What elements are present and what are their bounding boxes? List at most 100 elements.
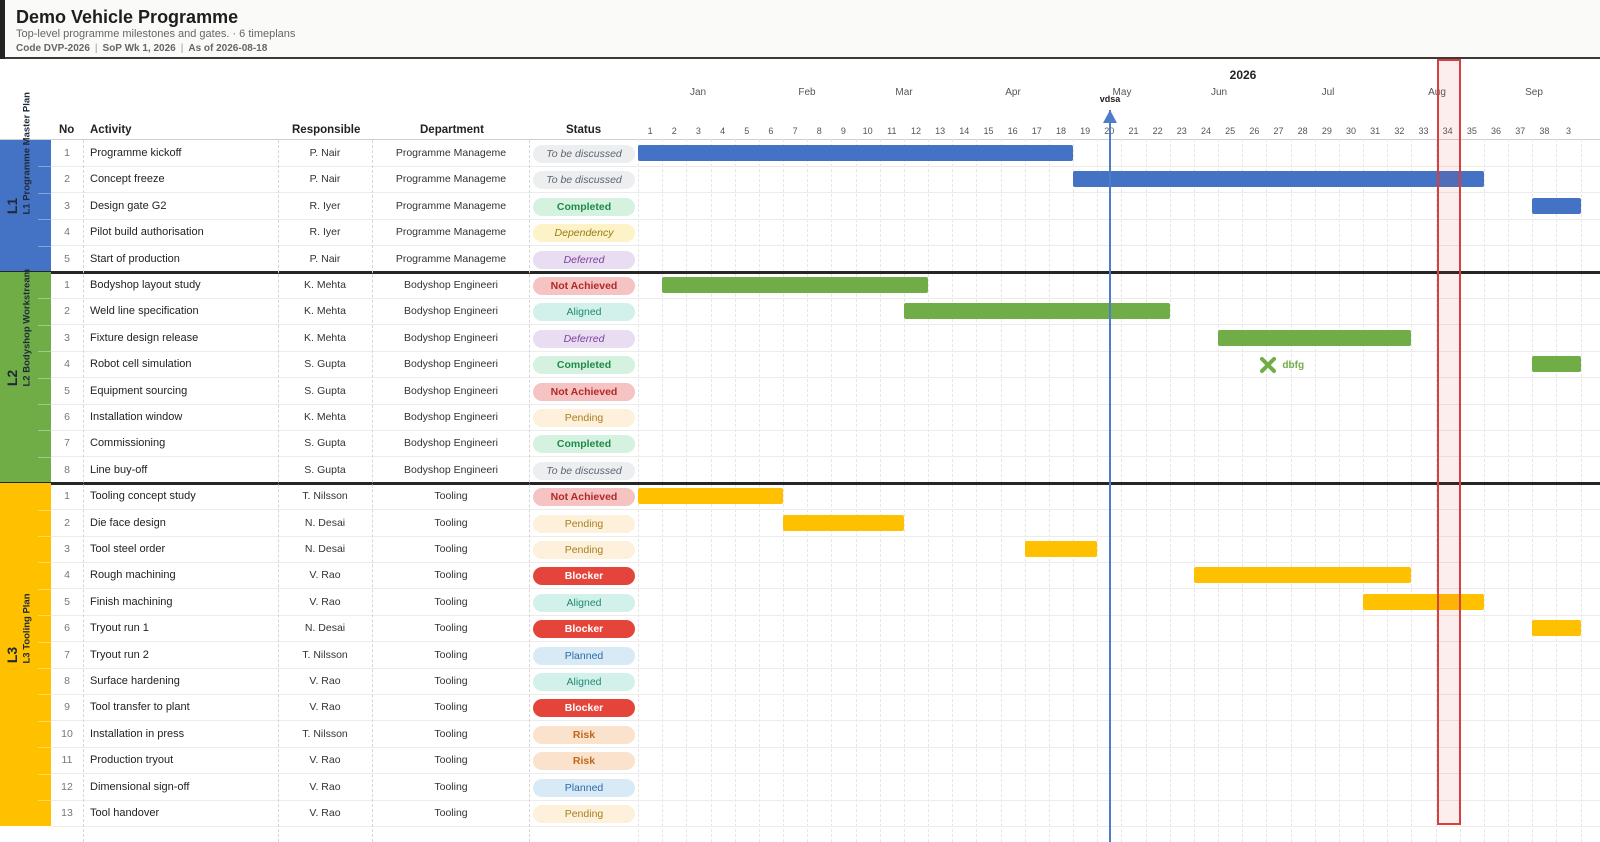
status-badge[interactable]: Pending [533,805,635,823]
week-number[interactable]: 32 [1394,126,1404,136]
status-badge[interactable]: Pending [533,409,635,427]
week-number[interactable]: 26 [1249,126,1259,136]
status-badge[interactable]: Dependency [533,224,635,243]
week-number[interactable]: 10 [863,126,873,136]
week-number[interactable]: 17 [1032,126,1042,136]
table-row[interactable]: 2 Weld line specification K. Mehta Bodyshop… [51,298,1600,326]
week-number[interactable]: 25 [1225,126,1235,136]
column-header-responsible[interactable]: Responsible [292,124,360,136]
gantt-bar[interactable] [1363,593,1484,610]
table-row[interactable]: 9 Tool transfer to plant V. Rao Tooling Bloc… [51,694,1600,722]
status-badge[interactable]: Risk [533,725,635,744]
table-row[interactable]: 5 Equipment sourcing S. Gupta Bodyshop Engi… [51,378,1600,405]
gantt-bar[interactable] [903,303,1170,320]
gantt-bar[interactable] [1218,329,1412,346]
gantt-bar[interactable] [1532,197,1581,214]
gantt-bar[interactable] [638,488,784,505]
week-number[interactable]: 27 [1273,126,1283,136]
status-badge[interactable]: Aligned [533,593,635,612]
table-row[interactable]: 3 Tool steel order N. Desai Tooling Pending [51,536,1600,563]
column-header-activity[interactable]: Activity [90,124,132,136]
status-badge[interactable]: Blocker [533,699,635,718]
group-label-l3[interactable]: L3 L3 Tooling Plan [0,483,51,827]
gantt-bar[interactable] [1193,567,1412,584]
column-header-department[interactable]: Department [420,124,484,136]
table-row[interactable]: 13 Tool handover V. Rao Tooling Pending [51,800,1600,827]
week-number[interactable]: 14 [959,126,969,136]
status-badge[interactable]: To be discussed [533,461,635,480]
highlighted-week-column[interactable] [1437,59,1461,825]
table-row[interactable]: 11 Production tryout V. Rao Tooling Risk [51,747,1600,775]
status-badge[interactable]: To be discussed [533,145,635,163]
week-number[interactable]: 16 [1008,126,1018,136]
week-number[interactable]: 15 [983,126,993,136]
table-row[interactable]: 5 Start of production P. Nair Programme Man… [51,246,1600,273]
week-number[interactable]: 37 [1515,126,1525,136]
week-number[interactable]: 33 [1419,126,1429,136]
status-badge[interactable]: Risk [533,752,635,771]
table-row[interactable]: 8 Line buy-off S. Gupta Bodyshop Engineeri T… [51,457,1600,484]
group-label-l2[interactable]: L2 L2 Bodyshop Workstream [0,269,51,484]
table-row[interactable]: 8 Surface hardening V. Rao Tooling Aligned [51,668,1600,695]
week-number[interactable]: 29 [1322,126,1332,136]
week-number[interactable]: 3 [696,126,701,136]
table-row[interactable]: 6 Installation window K. Mehta Bodyshop Eng… [51,404,1600,431]
table-row[interactable]: 12 Dimensional sign-off V. Rao Tooling Plann… [51,774,1600,801]
week-number[interactable]: 12 [911,126,921,136]
week-number[interactable]: 13 [935,126,945,136]
status-badge[interactable]: Planned [533,778,635,797]
gantt-bar[interactable] [783,514,904,531]
table-row[interactable]: 7 Tryout run 2 T. Nilsson Tooling Planned [51,642,1600,669]
week-number[interactable]: 5 [744,126,749,136]
gantt-bar[interactable] [662,277,929,293]
gantt-bar[interactable] [638,145,1074,161]
table-row[interactable]: 4 Robot cell simulation S. Gupta Bodyshop E… [51,351,1600,379]
week-number[interactable]: 7 [793,126,798,136]
week-number[interactable]: 35 [1467,126,1477,136]
week-number[interactable]: 22 [1153,126,1163,136]
gantt-bar[interactable] [1532,356,1581,373]
status-badge[interactable]: Deferred [533,250,635,269]
table-row[interactable]: 4 Pilot build authorisation R. Iyer Program… [51,219,1600,247]
table-row[interactable]: 7 Commissioning S. Gupta Bodyshop Engineeri… [51,430,1600,458]
column-header-status[interactable]: Status [566,124,601,136]
week-number[interactable]: 24 [1201,126,1211,136]
status-badge[interactable]: Aligned [533,673,635,691]
status-badge[interactable]: Not Achieved [533,488,635,507]
table-row[interactable]: 6 Tryout run 1 N. Desai Tooling Blocker [51,615,1600,643]
week-number[interactable]: 3 [1566,126,1571,136]
table-row[interactable]: 1 Tooling concept study T. Nilsson Tooling N… [51,483,1600,511]
status-badge[interactable]: Planned [533,646,635,665]
week-number[interactable]: 23 [1177,126,1187,136]
week-number[interactable]: 6 [768,126,773,136]
status-badge[interactable]: Completed [533,197,635,216]
gantt-bar[interactable] [1532,620,1581,637]
status-badge[interactable]: Pending [533,541,635,559]
gantt-bar[interactable] [1024,541,1098,557]
status-badge[interactable]: Not Achieved [533,277,635,295]
week-number[interactable]: 21 [1128,126,1138,136]
status-badge[interactable]: Blocker [533,567,635,586]
week-number[interactable]: 30 [1346,126,1356,136]
week-number[interactable]: 2 [672,126,677,136]
week-number[interactable]: 4 [720,126,725,136]
status-badge[interactable]: Pending [533,514,635,533]
week-number[interactable]: 31 [1370,126,1380,136]
group-label-l1[interactable]: L1 L1 Programme Master Plan [0,92,51,272]
week-number[interactable]: 11 [887,126,896,136]
week-number[interactable]: 18 [1056,126,1066,136]
table-row[interactable]: 3 Design gate G2 R. Iyer Programme Manageme… [51,193,1600,220]
gantt-bar[interactable] [1073,171,1484,188]
week-number[interactable]: 8 [817,126,822,136]
week-number[interactable]: 38 [1539,126,1549,136]
today-marker-icon[interactable] [1103,110,1117,123]
week-number[interactable]: 9 [841,126,846,136]
status-badge[interactable]: Completed [533,435,635,454]
week-number[interactable]: 19 [1080,126,1090,136]
week-number[interactable]: 1 [648,126,653,136]
column-header-no[interactable]: No [59,124,74,136]
status-badge[interactable]: Blocker [533,620,635,639]
milestone-cross-icon[interactable] [1258,355,1278,375]
week-number[interactable]: 36 [1491,126,1501,136]
week-number[interactable]: 28 [1298,126,1308,136]
